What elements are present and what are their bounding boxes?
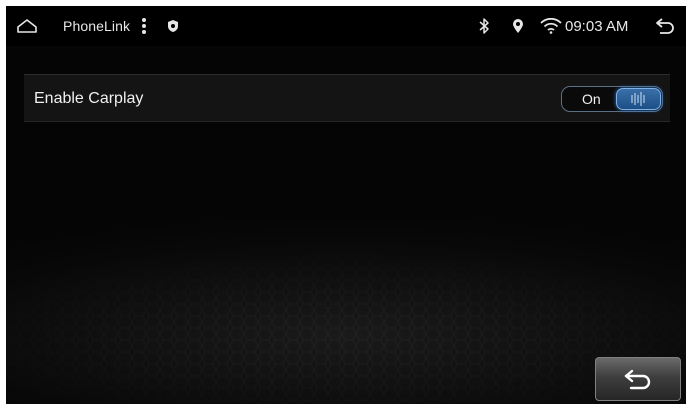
wifi-icon xyxy=(540,6,562,46)
toggle-knob[interactable] xyxy=(616,88,661,110)
shield-icon xyxy=(167,6,179,46)
toggle-state-label: On xyxy=(582,91,601,107)
bluetooth-icon xyxy=(478,6,490,46)
back-button[interactable] xyxy=(595,357,681,401)
app-name: PhoneLink xyxy=(63,18,131,34)
setting-row-enable-carplay: Enable Carplay On xyxy=(24,74,670,122)
home-icon[interactable] xyxy=(16,6,38,46)
screen: PhoneLink 09:03 AM Enable Carplay On xyxy=(6,6,686,404)
back-arrow-icon[interactable] xyxy=(654,6,676,46)
back-arrow-icon xyxy=(624,369,651,390)
status-bar: PhoneLink 09:03 AM xyxy=(6,6,686,46)
carplay-toggle[interactable]: On xyxy=(561,86,663,112)
grip-lines-icon xyxy=(631,92,645,106)
setting-label: Enable Carplay xyxy=(34,90,144,107)
device-frame: PhoneLink 09:03 AM Enable Carplay On xyxy=(0,0,691,410)
clock: 09:03 AM xyxy=(565,17,629,35)
location-pin-icon xyxy=(512,6,524,46)
hex-floor-texture xyxy=(6,256,686,404)
more-vert-icon[interactable] xyxy=(140,6,148,46)
